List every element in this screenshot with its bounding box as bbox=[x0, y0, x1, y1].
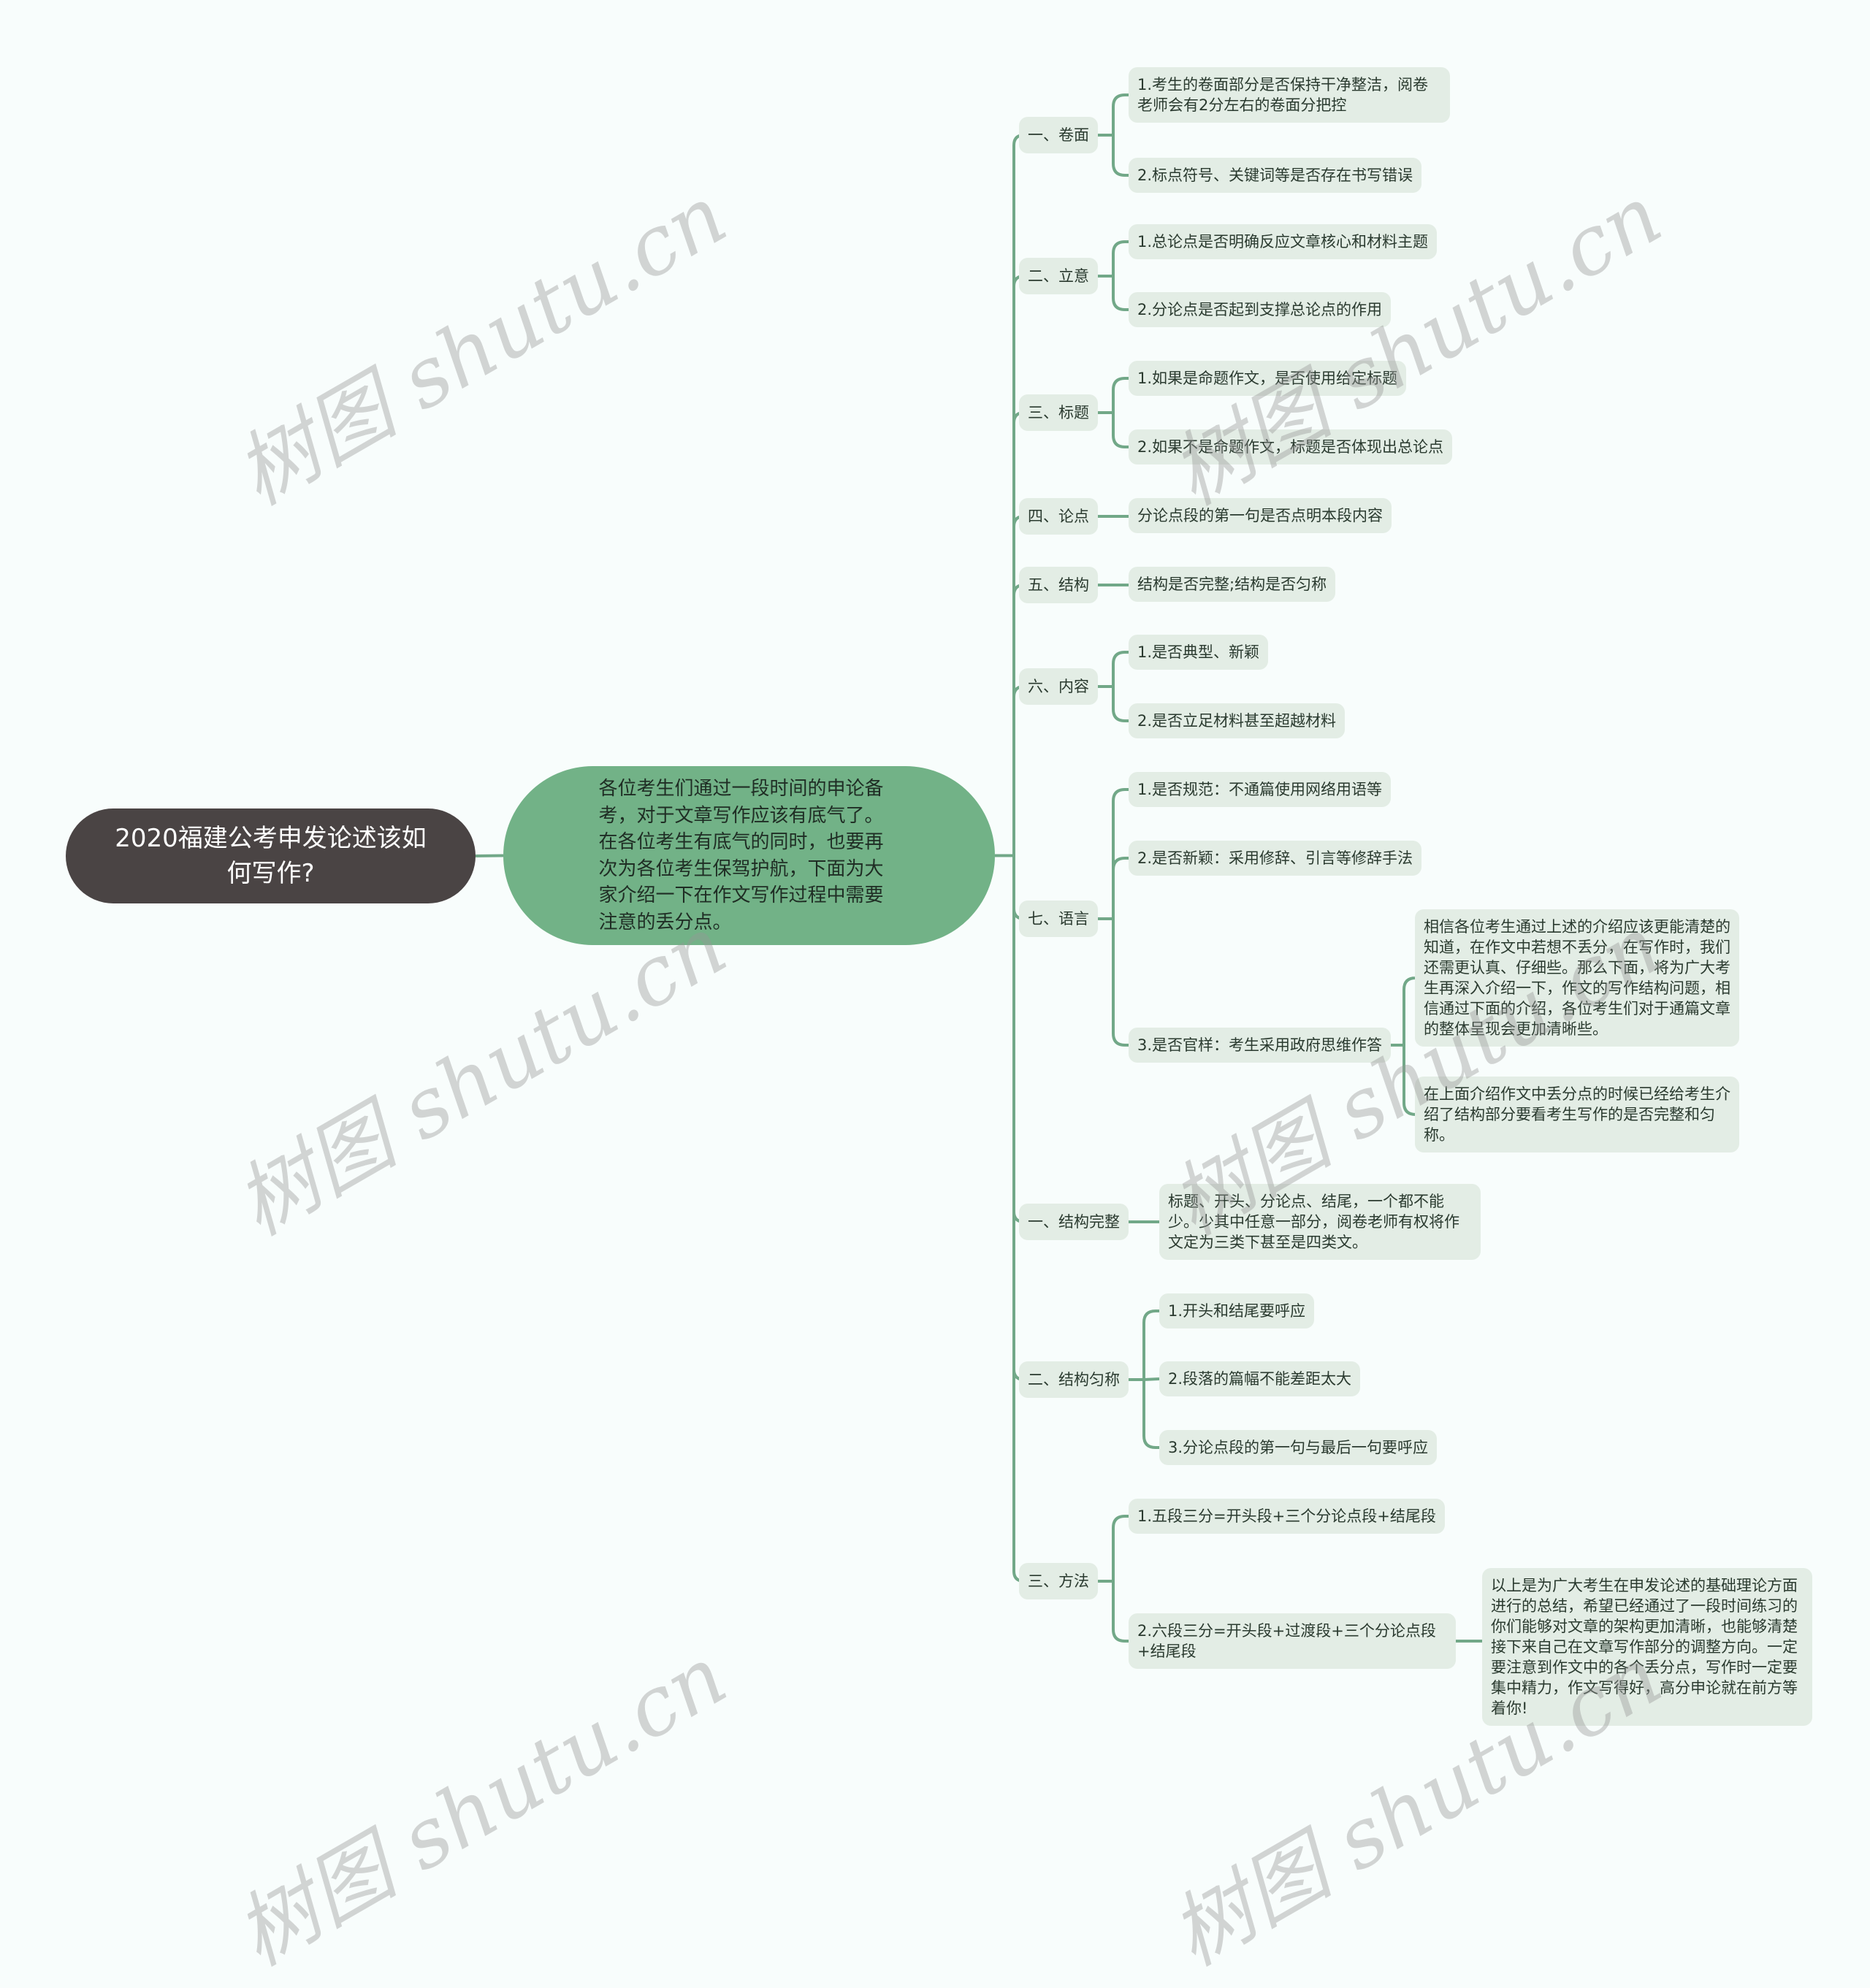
connector-trunk-branch bbox=[1012, 685, 1025, 856]
branch-liyi[interactable]: 二、立意 bbox=[1019, 258, 1098, 294]
leaf-text: 2.是否新颖：采用修辞、引言等修辞手法 bbox=[1137, 849, 1413, 867]
leaf-text: 标题、开头、分论点、结尾，一个都不能少。少其中任意一部分，阅卷老师有权将作文定为… bbox=[1168, 1193, 1459, 1251]
leaf-node[interactable]: 结构是否完整;结构是否匀称 bbox=[1129, 567, 1336, 602]
summary-text: 各位考生们通过一段时间的申论备考，对于文章写作应该有底气了。在各位考生有底气的同… bbox=[598, 778, 884, 933]
leaf-node[interactable]: 1.考生的卷面部分是否保持干净整洁，阅卷老师会有2分左右的卷面分把控 bbox=[1129, 67, 1450, 123]
leaf-text: 相信各位考生通过上述的介绍应该更能清楚的知道，在作文中若想不丢分，在写作时，我们… bbox=[1424, 918, 1730, 1038]
leaf-node[interactable]: 分论点段的第一句是否点明本段内容 bbox=[1129, 498, 1392, 533]
leaf-text: 1.是否规范：不通篇使用网络用语等 bbox=[1137, 781, 1383, 798]
connector-parent-child bbox=[1112, 857, 1129, 919]
leaf-node[interactable]: 2.是否立足材料甚至超越材料 bbox=[1129, 703, 1346, 738]
connector-trunk-branch bbox=[1012, 411, 1025, 856]
branch-label: 四、论点 bbox=[1028, 508, 1089, 525]
branch-label: 二、结构匀称 bbox=[1028, 1371, 1120, 1388]
root-topic-node[interactable]: 2020福建公考申发论述该如何写作? bbox=[66, 808, 476, 903]
leaf-node[interactable]: 1.总论点是否明确反应文章核心和材料主题 bbox=[1129, 224, 1438, 259]
leaf-text: 2.如果不是命题作文，标题是否体现出总论点 bbox=[1137, 438, 1444, 456]
leaf-text: 分论点段的第一句是否点明本段内容 bbox=[1137, 507, 1383, 524]
leaf-text: 2.分论点是否起到支撑总论点的作用 bbox=[1137, 301, 1383, 318]
branch-label: 三、标题 bbox=[1028, 404, 1089, 421]
branch-yuyan[interactable]: 七、语言 bbox=[1019, 901, 1098, 937]
leaf-node[interactable]: 2.段落的篇幅不能差距太大 bbox=[1159, 1361, 1361, 1396]
leaf-text: 3.分论点段的第一句与最后一句要呼应 bbox=[1168, 1439, 1429, 1456]
leaf-text: 1.总论点是否明确反应文章核心和材料主题 bbox=[1137, 233, 1429, 251]
branch-label: 六、内容 bbox=[1028, 678, 1089, 695]
leaf-text: 2.六段三分=开头段+过渡段+三个分论点段+结尾段 bbox=[1137, 1622, 1436, 1660]
leaf-text: 以上是为广大考生在申发论述的基础理论方面进行的总结，希望已经通过了一段时间练习的… bbox=[1491, 1577, 1798, 1717]
branch-neirong[interactable]: 六、内容 bbox=[1019, 668, 1098, 705]
leaf-detail-node[interactable]: 以上是为广大考生在申发论述的基础理论方面进行的总结，希望已经通过了一段时间练习的… bbox=[1482, 1568, 1812, 1726]
connector-trunk-branch bbox=[1012, 584, 1025, 856]
root-topic-title: 2020福建公考申发论述该如何写作? bbox=[115, 824, 427, 888]
connector-parent-child bbox=[1112, 93, 1129, 135]
leaf-node[interactable]: 1.五段三分=开头段+三个分论点段+结尾段 bbox=[1129, 1499, 1445, 1534]
connector-parent-child bbox=[1112, 788, 1129, 919]
connector-parent-child bbox=[1112, 135, 1129, 177]
leaf-node[interactable]: 1.如果是命题作文，是否使用给定标题 bbox=[1129, 361, 1407, 396]
connector-parent-child bbox=[1112, 276, 1129, 311]
leaf-node[interactable]: 2.如果不是命题作文，标题是否体现出总论点 bbox=[1129, 429, 1453, 464]
leaf-text: 3.是否官样：考生采用政府思维作答 bbox=[1137, 1036, 1383, 1054]
connector-parent-child bbox=[1142, 1310, 1159, 1380]
branch-label: 二、立意 bbox=[1028, 267, 1089, 285]
branch-lundian[interactable]: 四、论点 bbox=[1019, 498, 1098, 535]
branch-label: 一、卷面 bbox=[1028, 126, 1089, 144]
leaf-text: 2.标点符号、关键词等是否存在书写错误 bbox=[1137, 167, 1413, 184]
branch-label: 七、语言 bbox=[1028, 910, 1089, 928]
branch-juanmian[interactable]: 一、卷面 bbox=[1019, 117, 1098, 153]
connector-parent-child bbox=[1402, 1045, 1416, 1116]
leaf-text: 1.开头和结尾要呼应 bbox=[1168, 1302, 1306, 1320]
leaf-text: 2.段落的篇幅不能差距太大 bbox=[1168, 1370, 1352, 1388]
leaf-node[interactable]: 3.是否官样：考生采用政府思维作答 bbox=[1129, 1028, 1392, 1063]
leaf-detail-node[interactable]: 在上面介绍作文中丢分点的时候已经给考生介绍了结构部分要看考生写作的是否完整和匀称… bbox=[1415, 1077, 1739, 1152]
branch-jiegou-yuncheng[interactable]: 二、结构匀称 bbox=[1019, 1361, 1129, 1398]
leaf-node[interactable]: 3.分论点段的第一句与最后一句要呼应 bbox=[1159, 1430, 1438, 1465]
leaf-node[interactable]: 1.是否规范：不通篇使用网络用语等 bbox=[1129, 772, 1392, 807]
branch-biaoti[interactable]: 三、标题 bbox=[1019, 394, 1098, 431]
branch-label: 五、结构 bbox=[1028, 576, 1089, 594]
connector-parent-child bbox=[1402, 976, 1416, 1045]
connector-trunk-branch bbox=[1012, 275, 1025, 856]
branch-fangfa[interactable]: 三、方法 bbox=[1019, 1563, 1098, 1599]
leaf-text: 在上面介绍作文中丢分点的时候已经给考生介绍了结构部分要看考生写作的是否完整和匀称… bbox=[1424, 1085, 1730, 1144]
leaf-text: 1.是否典型、新颖 bbox=[1137, 643, 1260, 661]
leaf-node[interactable]: 2.分论点是否起到支撑总论点的作用 bbox=[1129, 292, 1392, 327]
branch-label: 一、结构完整 bbox=[1028, 1213, 1120, 1231]
leaf-text: 2.是否立足材料甚至超越材料 bbox=[1137, 712, 1337, 730]
summary-node[interactable]: 各位考生们通过一段时间的申论备考，对于文章写作应该有底气了。在各位考生有底气的同… bbox=[503, 766, 995, 945]
connector-parent-child bbox=[1112, 687, 1129, 722]
connector-parent-child bbox=[1112, 1515, 1129, 1581]
leaf-node[interactable]: 2.标点符号、关键词等是否存在书写错误 bbox=[1129, 158, 1422, 193]
connector-trunk-branch bbox=[1012, 134, 1025, 856]
connector-parent-child bbox=[1112, 240, 1129, 276]
connector-parent-child bbox=[1112, 919, 1129, 1047]
leaf-node[interactable]: 2.六段三分=开头段+过渡段+三个分论点段+结尾段 bbox=[1129, 1613, 1456, 1669]
connector-parent-child bbox=[1143, 1377, 1160, 1381]
branch-label: 三、方法 bbox=[1028, 1572, 1089, 1590]
branch-jiegou[interactable]: 五、结构 bbox=[1019, 567, 1098, 603]
leaf-text: 1.考生的卷面部分是否保持干净整洁，阅卷老师会有2分左右的卷面分把控 bbox=[1137, 76, 1429, 114]
leaf-text: 1.如果是命题作文，是否使用给定标题 bbox=[1137, 370, 1398, 387]
connector-parent-child bbox=[1112, 413, 1129, 448]
connector-parent-child bbox=[1142, 1380, 1159, 1449]
leaf-node[interactable]: 2.是否新颖：采用修辞、引言等修辞手法 bbox=[1129, 841, 1422, 876]
leaf-text: 结构是否完整;结构是否匀称 bbox=[1137, 576, 1327, 593]
connector-root-center bbox=[475, 854, 504, 857]
leaf-detail-node[interactable]: 相信各位考生通过上述的介绍应该更能清楚的知道，在作文中若想不丢分，在写作时，我们… bbox=[1415, 909, 1739, 1047]
leaf-node[interactable]: 1.开头和结尾要呼应 bbox=[1159, 1293, 1315, 1328]
branch-jiegou-wanzheng[interactable]: 一、结构完整 bbox=[1019, 1204, 1129, 1240]
leaf-text: 1.五段三分=开头段+三个分论点段+结尾段 bbox=[1137, 1507, 1436, 1525]
leaf-node[interactable]: 标题、开头、分论点、结尾，一个都不能少。少其中任意一部分，阅卷老师有权将作文定为… bbox=[1159, 1184, 1481, 1260]
leaf-node[interactable]: 1.是否典型、新颖 bbox=[1129, 635, 1269, 670]
connector-parent-child bbox=[1112, 1581, 1129, 1643]
connector-parent-child bbox=[1112, 377, 1129, 413]
connector-parent-child bbox=[1112, 651, 1129, 687]
